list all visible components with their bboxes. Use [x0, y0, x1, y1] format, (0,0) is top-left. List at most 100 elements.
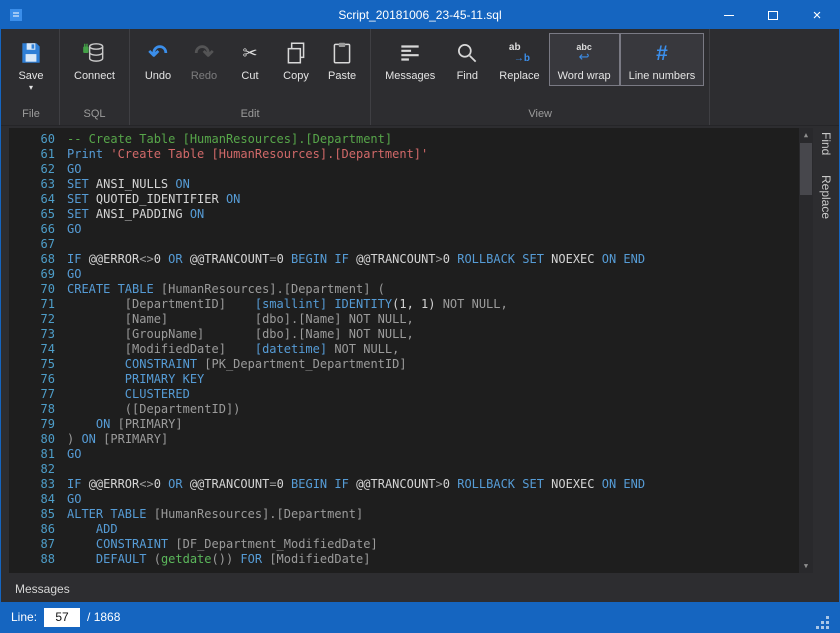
code-text: CONSTRAINT [PK_Department_DepartmentID] — [67, 357, 407, 372]
redo-button: ↷ Redo — [181, 33, 227, 86]
code-text: ALTER TABLE [HumanResources].[Department… — [67, 507, 363, 522]
undo-button[interactable]: ↶ Undo — [135, 33, 181, 86]
redo-label: Redo — [191, 70, 217, 82]
resize-grip[interactable] — [816, 616, 829, 629]
code-text: [GroupName] [dbo].[Name] NOT NULL, — [67, 327, 414, 342]
scroll-down-arrow[interactable]: ▼ — [799, 559, 813, 573]
line-number: 62 — [9, 162, 67, 177]
code-text: CREATE TABLE [HumanResources].[Departmen… — [67, 282, 385, 297]
line-number-input[interactable] — [44, 608, 80, 627]
database-connect-icon — [81, 39, 107, 67]
replace-side-tab[interactable]: Replace — [819, 175, 833, 219]
code-text: GO — [67, 222, 81, 237]
word-wrap-label: Word wrap — [558, 70, 611, 82]
minimize-icon — [724, 15, 734, 16]
code-text: [ModifiedDate] [datetime] NOT NULL, — [67, 342, 399, 357]
code-line: 61Print 'Create Table [HumanResources].[… — [9, 147, 813, 162]
code-line: 64SET QUOTED_IDENTIFIER ON — [9, 192, 813, 207]
editor-frame: 60-- Create Table [HumanResources].[Depa… — [1, 126, 813, 575]
find-label: Find — [457, 70, 478, 82]
messages-panel-header[interactable]: Messages — [1, 575, 839, 602]
code-text: SET ANSI_PADDING ON — [67, 207, 204, 222]
find-replace-side-tab: Find Replace — [819, 126, 833, 575]
save-dropdown-caret[interactable]: ▾ — [29, 84, 33, 92]
window-title: Script_20181006_23-45-11.sql — [338, 8, 501, 22]
line-number: 80 — [9, 432, 67, 447]
vertical-scrollbar[interactable]: ▲ ▼ — [799, 128, 813, 573]
scroll-up-arrow[interactable]: ▲ — [799, 128, 813, 142]
app-icon — [9, 8, 23, 22]
line-number: 73 — [9, 327, 67, 342]
line-number: 66 — [9, 222, 67, 237]
code-text: CONSTRAINT [DF_Department_ModifiedDate] — [67, 537, 378, 552]
replace-button[interactable]: ab →b Replace — [490, 33, 548, 86]
code-text: GO — [67, 492, 81, 507]
messages-panel-label: Messages — [15, 582, 70, 596]
code-line: 71 [DepartmentID] [smallint] IDENTITY(1,… — [9, 297, 813, 312]
minimize-button[interactable] — [707, 1, 751, 29]
connect-label: Connect — [74, 70, 115, 82]
code-text: DEFAULT (getdate()) FOR [ModifiedDate] — [67, 552, 370, 567]
line-number: 78 — [9, 402, 67, 417]
status-bar: Line: / 1868 — [1, 602, 839, 632]
cut-button[interactable]: ✂ Cut — [227, 33, 273, 86]
window-controls: × — [707, 1, 839, 29]
ribbon-group-edit: ↶ Undo ↷ Redo ✂ Cut Copy — [130, 29, 371, 125]
code-line: 67 — [9, 237, 813, 252]
undo-label: Undo — [145, 70, 171, 82]
find-button[interactable]: Find — [444, 33, 490, 86]
code-line: 85ALTER TABLE [HumanResources].[Departme… — [9, 507, 813, 522]
main-area: 60-- Create Table [HumanResources].[Depa… — [1, 126, 839, 575]
code-line: 70CREATE TABLE [HumanResources].[Departm… — [9, 282, 813, 297]
code-text: ([DepartmentID]) — [67, 402, 240, 417]
code-line: 65SET ANSI_PADDING ON — [9, 207, 813, 222]
code-text: PRIMARY KEY — [67, 372, 204, 387]
code-text: GO — [67, 162, 81, 177]
paste-button[interactable]: Paste — [319, 33, 365, 86]
code-editor[interactable]: 60-- Create Table [HumanResources].[Depa… — [9, 128, 813, 573]
line-number: 87 — [9, 537, 67, 552]
line-number: 74 — [9, 342, 67, 357]
group-label-view: View — [374, 105, 706, 125]
code-line: 63SET ANSI_NULLS ON — [9, 177, 813, 192]
line-number: 81 — [9, 447, 67, 462]
save-button[interactable]: Save ▾ — [8, 33, 54, 96]
line-numbers-icon: # — [656, 39, 668, 67]
line-number: 67 — [9, 237, 67, 252]
paste-label: Paste — [328, 70, 356, 82]
copy-button[interactable]: Copy — [273, 33, 319, 86]
connect-button[interactable]: Connect — [65, 33, 124, 86]
maximize-button[interactable] — [751, 1, 795, 29]
group-label-sql: SQL — [63, 105, 126, 125]
line-numbers-toggle[interactable]: # Line numbers — [620, 33, 705, 86]
line-number: 85 — [9, 507, 67, 522]
group-label-edit: Edit — [133, 105, 367, 125]
side-panel-strip: Find Replace — [813, 126, 839, 575]
code-line: 76 PRIMARY KEY — [9, 372, 813, 387]
line-number: 86 — [9, 522, 67, 537]
cut-icon: ✂ — [242, 39, 257, 67]
messages-button[interactable]: Messages — [376, 33, 444, 86]
code-line: 88 DEFAULT (getdate()) FOR [ModifiedDate… — [9, 552, 813, 567]
group-label-file: File — [6, 105, 56, 125]
code-line: 66GO — [9, 222, 813, 237]
messages-label: Messages — [385, 70, 435, 82]
title-bar: Script_20181006_23-45-11.sql × — [1, 1, 839, 29]
line-label: Line: — [11, 610, 37, 624]
code-text: ) ON [PRIMARY] — [67, 432, 168, 447]
line-number: 82 — [9, 462, 67, 477]
line-number: 88 — [9, 552, 67, 567]
code-text: CLUSTERED — [67, 387, 190, 402]
code-line: 75 CONSTRAINT [PK_Department_DepartmentI… — [9, 357, 813, 372]
line-number: 70 — [9, 282, 67, 297]
word-wrap-toggle[interactable]: abc ↩ Word wrap — [549, 33, 620, 86]
line-number: 60 — [9, 132, 67, 147]
messages-icon — [397, 39, 423, 67]
find-side-tab[interactable]: Find — [819, 132, 833, 155]
undo-icon: ↶ — [148, 39, 167, 67]
scrollbar-thumb[interactable] — [800, 143, 812, 195]
ribbon-group-sql: Connect SQL — [60, 29, 130, 125]
close-button[interactable]: × — [795, 1, 839, 29]
word-wrap-icon: abc ↩ — [576, 39, 592, 67]
code-line: 69GO — [9, 267, 813, 282]
